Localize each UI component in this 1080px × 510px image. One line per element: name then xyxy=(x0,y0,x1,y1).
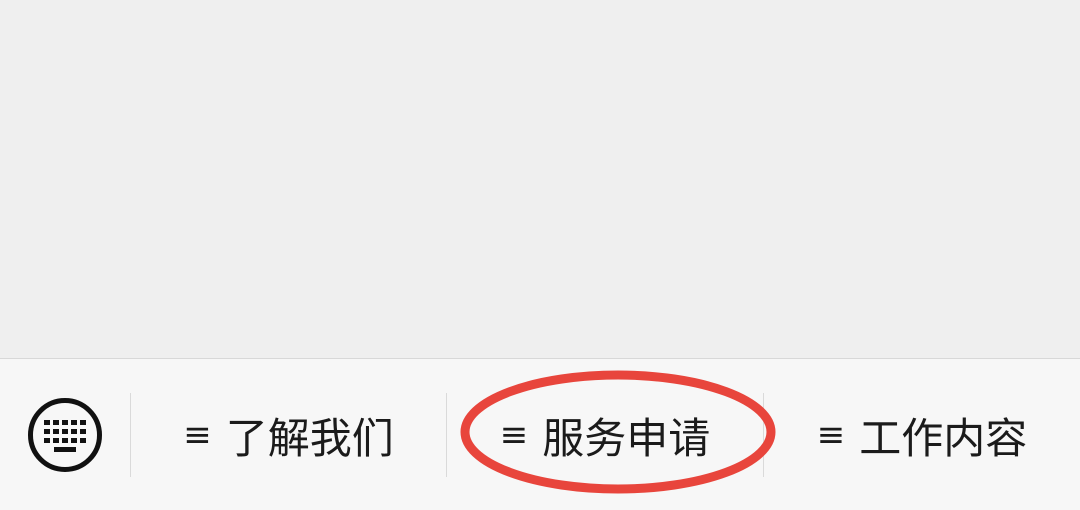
menu-item-label: 了解我们 xyxy=(225,413,394,463)
menu-item-service-application[interactable]: ≡ 服务申请 xyxy=(447,393,763,477)
custom-menu-bar: ≡ 了解我们 ≡ 服务申请 ≡ 工作内容 xyxy=(0,358,1080,510)
chat-message-area xyxy=(0,0,1080,358)
menu-item-about-us[interactable]: ≡ 了解我们 xyxy=(131,393,446,477)
menu-item-label: 工作内容 xyxy=(859,413,1028,463)
menu-lines-icon: ≡ xyxy=(499,415,529,455)
menu-lines-icon: ≡ xyxy=(183,415,212,455)
keyboard-icon xyxy=(28,398,102,472)
menu-item-label: 服务申请 xyxy=(542,413,711,463)
menu-lines-icon: ≡ xyxy=(816,415,846,455)
menu-item-work-content[interactable]: ≡ 工作内容 xyxy=(764,393,1080,477)
keyboard-toggle-button[interactable] xyxy=(27,397,103,473)
